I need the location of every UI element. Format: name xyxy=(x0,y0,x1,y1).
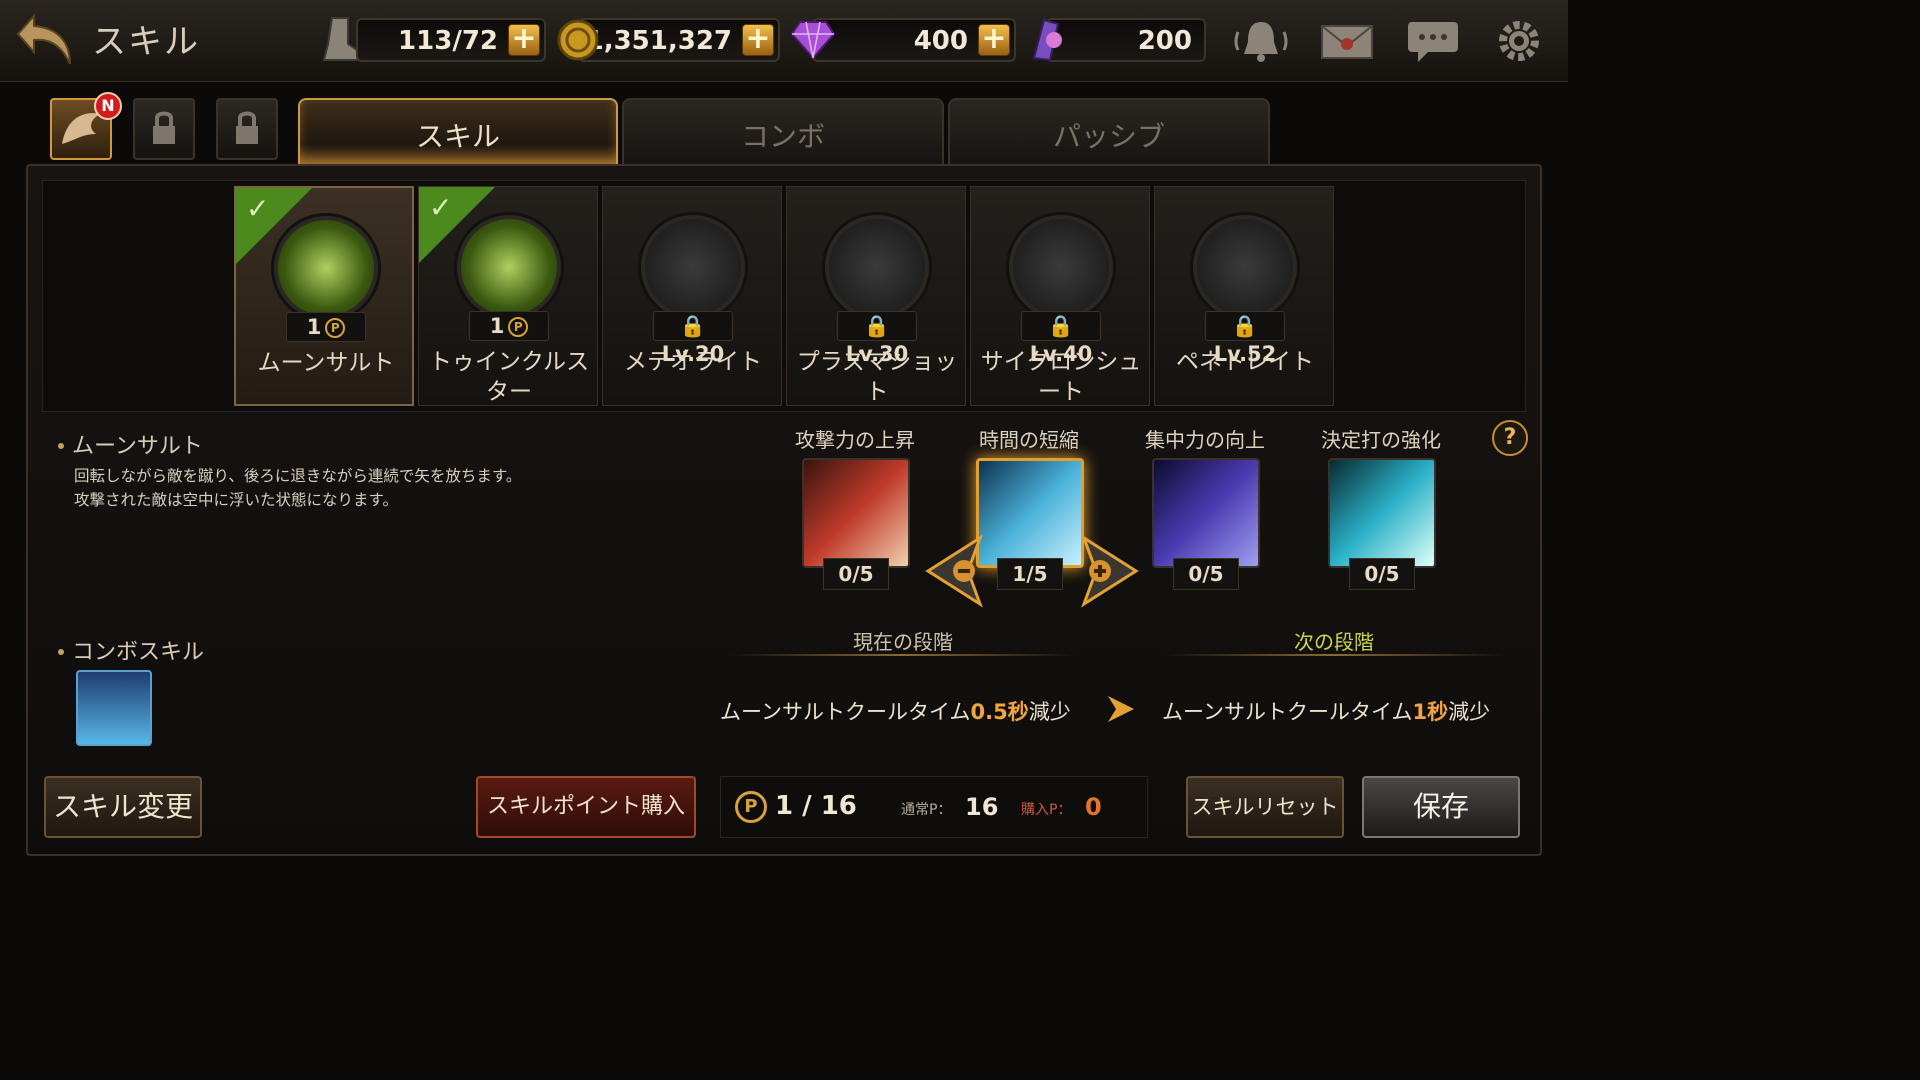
combo-skill-heading: コンボスキル xyxy=(58,634,204,666)
gold-value: 1,351,327 xyxy=(585,26,732,56)
tab-combo[interactable]: コンボ xyxy=(622,98,944,164)
skill-name: ムーンサルト xyxy=(257,350,395,376)
upgrade-name: 決定打の強化 xyxy=(1321,428,1441,452)
skill-name: プラズマショッ ト xyxy=(796,349,958,405)
divider xyxy=(1164,654,1504,656)
twinkle-star-skill-icon xyxy=(457,215,561,319)
selected-skill-heading: ムーンサルト xyxy=(58,428,203,460)
next-stage-label: 次の段階 xyxy=(1294,630,1374,654)
upgrade-name: 攻撃力の上昇 xyxy=(795,428,915,452)
skill-reset-button[interactable]: スキルリセット xyxy=(1186,776,1344,838)
page-title: スキル xyxy=(92,22,200,62)
skill-change-button[interactable]: スキル変更 xyxy=(44,776,202,838)
skill-level: 🔒Lv.30 xyxy=(837,311,917,366)
save-button[interactable]: 保存 xyxy=(1362,776,1520,838)
upgrade-count: 0/5 xyxy=(823,558,889,590)
skill-level: 1P xyxy=(469,311,549,341)
divider xyxy=(730,654,1076,656)
upgrade-name: 時間の短縮 xyxy=(979,428,1079,452)
skill-level: 🔒Lv.52 xyxy=(1205,311,1285,366)
normal-points-label: 通常P： xyxy=(901,802,952,818)
points-value: 1 / 16 xyxy=(775,791,857,821)
add-gold-button[interactable]: + xyxy=(742,24,774,56)
point-icon: P xyxy=(735,791,767,823)
upgrade-count: 0/5 xyxy=(1173,558,1239,590)
stamina-display: 113/72 + xyxy=(356,18,546,62)
skill-description: 回転しながら敵を蹴り、後ろに退きながら連続で矢を放ちます。 攻撃された敵は空中に… xyxy=(74,467,522,509)
meteorite-skill-icon xyxy=(641,215,745,319)
finisher-up-icon[interactable] xyxy=(1328,458,1436,568)
ticket-display: 200 xyxy=(1046,18,1206,62)
normal-points-value: 16 xyxy=(965,793,999,821)
gem-value: 400 xyxy=(913,26,968,56)
lock-icon: 🔒 xyxy=(863,314,891,338)
next-effect: ムーンサルトクールタイム1秒減少 xyxy=(1162,700,1491,724)
character-slot-2[interactable] xyxy=(133,98,195,160)
time-reduce-icon[interactable] xyxy=(976,458,1084,568)
coin-icon xyxy=(557,19,599,61)
current-effect: ムーンサルトクールタイム0.5秒減少 xyxy=(720,700,1071,724)
skill-level: 1P xyxy=(286,312,366,342)
ticket-value: 200 xyxy=(1137,26,1192,56)
bought-points-label: 購入P： xyxy=(1021,802,1072,818)
skill-name: トゥインクルス ター xyxy=(428,349,590,405)
skill-name: ペネトレイト xyxy=(1176,349,1314,375)
decrease-button[interactable] xyxy=(920,534,984,608)
add-gem-button[interactable]: + xyxy=(978,24,1010,56)
bell-icon[interactable] xyxy=(1232,16,1290,66)
skill-card-twinkle-star[interactable]: ✓ 1P トゥインクルス ター xyxy=(418,186,598,406)
lock-icon: 🔒 xyxy=(1047,314,1075,338)
skill-name: メテオライト xyxy=(624,349,762,375)
gear-icon[interactable] xyxy=(1490,16,1548,66)
skill-card-penetrate[interactable]: 🔒Lv.52 ペネトレイト xyxy=(1154,186,1334,406)
character-slot-3[interactable] xyxy=(216,98,278,160)
buy-skill-points-button[interactable]: スキルポイント購入 xyxy=(476,776,696,838)
lock-icon: 🔒 xyxy=(679,314,707,338)
skill-card-moonsault[interactable]: ✓ 1P ムーンサルト xyxy=(234,186,414,406)
gem-icon xyxy=(790,21,836,60)
combo-skill-icon[interactable] xyxy=(76,670,152,746)
gem-display: 400 + xyxy=(812,18,1016,62)
lock-icon xyxy=(236,111,258,144)
skill-card-meteorite[interactable]: 🔒Lv.20 メテオライト xyxy=(602,186,782,406)
upgrade-count: 0/5 xyxy=(1349,558,1415,590)
current-stage-label: 現在の段階 xyxy=(853,630,953,654)
cyclone-shoot-skill-icon xyxy=(1009,215,1113,319)
mail-icon[interactable] xyxy=(1318,16,1376,66)
back-icon[interactable] xyxy=(14,8,78,70)
gold-display: 1,351,327 + xyxy=(578,18,780,62)
skill-level: 🔒Lv.20 xyxy=(653,311,733,366)
upgrade-count: 1/5 xyxy=(997,558,1063,590)
bought-points-value: 0 xyxy=(1085,793,1102,821)
penetrate-skill-icon xyxy=(1193,215,1297,319)
moonsault-skill-icon xyxy=(274,216,378,320)
ticket-icon xyxy=(1032,18,1062,62)
attack-up-icon[interactable] xyxy=(802,458,910,568)
skill-card-cyclone-shoot[interactable]: 🔒Lv.40 サイクロンシュ ート xyxy=(970,186,1150,406)
skill-card-plasma-shot[interactable]: 🔒Lv.30 プラズマショッ ト xyxy=(786,186,966,406)
lock-icon: 🔒 xyxy=(1231,314,1259,338)
help-icon[interactable]: ? xyxy=(1492,420,1528,456)
new-badge: N xyxy=(94,92,122,120)
character-slot-1[interactable]: N xyxy=(50,92,122,160)
points-panel: P 1 / 16 通常P： 16 購入P： 0 xyxy=(720,776,1148,838)
increase-button[interactable] xyxy=(1080,534,1144,608)
plasma-shot-skill-icon xyxy=(825,215,929,319)
add-stamina-button[interactable]: + xyxy=(508,24,540,56)
skill-name: サイクロンシュ ート xyxy=(980,349,1142,405)
tab-skill[interactable]: スキル xyxy=(298,98,618,164)
stamina-value: 113/72 xyxy=(398,26,498,56)
focus-up-icon[interactable] xyxy=(1152,458,1260,568)
chat-icon[interactable] xyxy=(1404,16,1462,66)
arrow-right-icon xyxy=(1108,696,1134,722)
skill-level: 🔒Lv.40 xyxy=(1021,311,1101,366)
upgrade-name: 集中力の向上 xyxy=(1145,428,1265,452)
tab-passive[interactable]: パッシブ xyxy=(948,98,1270,164)
lock-icon xyxy=(153,111,175,144)
